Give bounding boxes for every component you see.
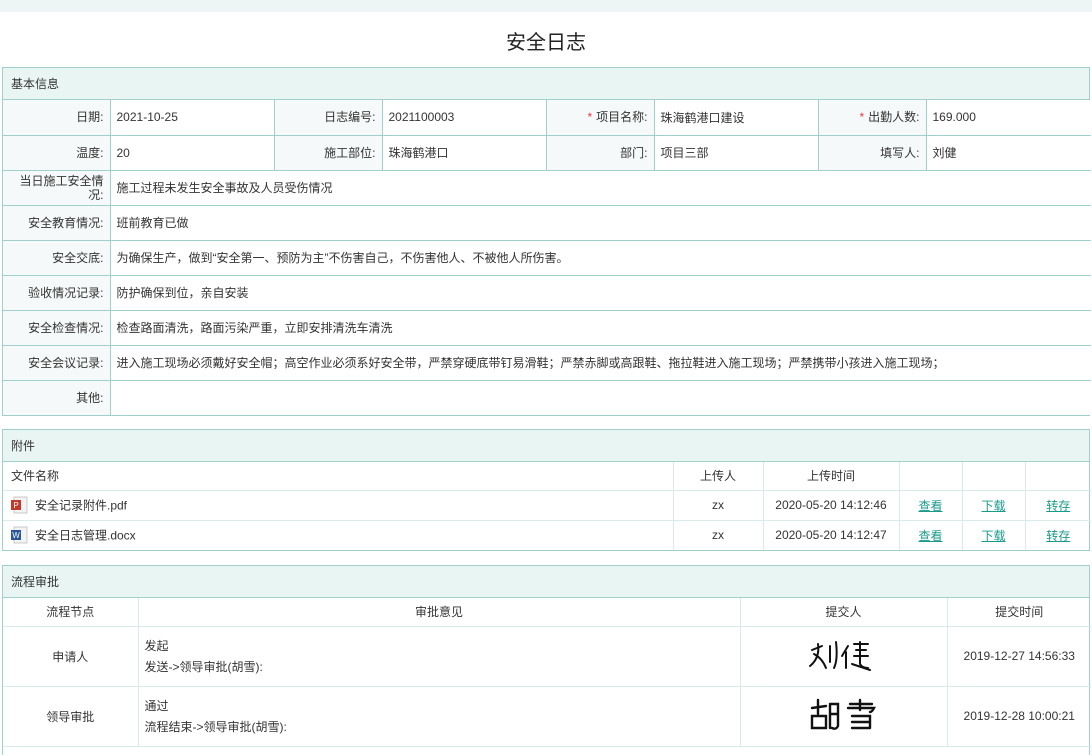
safety-meeting-label: 安全会议记录: <box>3 344 111 381</box>
basic-info-header: 基本信息 <box>3 68 1089 100</box>
temperature-value: 20 <box>109 134 275 171</box>
col-opinion: 审批意见 <box>137 598 740 627</box>
view-link[interactable]: 查看 <box>918 499 942 513</box>
project-name-label: * 项目名称: <box>545 100 655 136</box>
attendance-label: * 出勤人数: <box>817 100 927 136</box>
flow-node: 申请人 <box>3 626 138 687</box>
other-label: 其他: <box>3 379 111 415</box>
opinion-route: 发送->领导审批(胡雪): <box>144 660 263 674</box>
date-value: 2021-10-25 <box>109 100 275 136</box>
construction-site-label: 施工部位: <box>273 134 383 171</box>
attachments-section: 附件 文件名称 上传人 上传时间 P 安全记录附件.pdf zx 2020-05… <box>2 429 1091 551</box>
required-mark: * <box>587 110 593 125</box>
date-label: 日期: <box>3 100 111 136</box>
log-number-value: 2021100003 <box>381 100 547 136</box>
col-node: 流程节点 <box>3 598 138 627</box>
safety-meeting-value: 进入施工现场必须戴好安全帽；高空作业必须系好安全带，严禁穿硬底带钉易滑鞋；严禁赤… <box>109 344 1091 381</box>
workflow-section: 流程审批 流程节点 审批意见 提交人 提交时间 申请人 发起 发送->领导审批(… <box>2 565 1091 755</box>
safety-briefing-value: 为确保生产，做到“安全第一、预防为主”不伤害自己，不伤害他人、不被他人所伤害。 <box>109 239 1091 276</box>
file-upload-time: 2020-05-20 14:12:46 <box>762 490 899 521</box>
word-file-icon: W <box>11 526 28 544</box>
filler-label: 填写人: <box>817 134 927 171</box>
signature-image <box>810 698 876 730</box>
svg-text:W: W <box>12 531 20 540</box>
safety-inspection-label: 安全检查情况: <box>3 309 111 346</box>
file-row: W 安全日志管理.docx zx 2020-05-20 14:12:47 查看 … <box>3 520 1091 550</box>
acceptance-record-value: 防护确保到位，亲自安装 <box>109 274 1091 311</box>
flow-opinion: 发起 发送->领导审批(胡雪): <box>137 626 740 687</box>
safety-inspection-value: 检查路面清洗，路面污染严重，立即安排清洗车清洗 <box>109 309 1091 346</box>
pdf-file-icon: P <box>11 496 28 514</box>
opinion-action: 通过 <box>144 699 169 713</box>
attachments-table: 文件名称 上传人 上传时间 P 安全记录附件.pdf zx 2020-05-20… <box>3 462 1091 550</box>
workflow-header: 流程审批 <box>3 566 1089 598</box>
download-link[interactable]: 下载 <box>981 529 1005 543</box>
file-uploader: zx <box>672 490 763 521</box>
other-value <box>109 379 1091 415</box>
col-file-name: 文件名称 <box>3 462 673 491</box>
svg-text:P: P <box>13 501 18 510</box>
col-submit-time: 提交时间 <box>946 598 1091 627</box>
safety-education-label: 安全教育情况: <box>3 204 111 241</box>
file-uploader: zx <box>672 520 763 550</box>
flow-submit-time: 2019-12-28 10:00:21 <box>946 686 1091 747</box>
col-upload-time: 上传时间 <box>762 462 899 491</box>
workflow-row: 领导审批 通过 流程结束->领导审批(胡雪): 2019-12-28 10:00… <box>3 686 1091 747</box>
file-upload-time: 2020-05-20 14:12:47 <box>762 520 899 550</box>
workflow-row: 申请人 发起 发送->领导审批(胡雪): 2019-12-27 14:56:33 <box>3 626 1091 687</box>
col-uploader: 上传人 <box>672 462 763 491</box>
flow-node: 领导审批 <box>3 686 138 747</box>
file-row: P 安全记录附件.pdf zx 2020-05-20 14:12:46 查看 下… <box>3 490 1091 521</box>
department-label: 部门: <box>545 134 655 171</box>
filler-value: 刘健 <box>925 134 1091 171</box>
temperature-label: 温度: <box>3 134 111 171</box>
save-link[interactable]: 转存 <box>1046 529 1070 543</box>
submitter-signature <box>739 626 947 687</box>
daily-safety-label: 当日施工安全情况: <box>3 169 111 206</box>
daily-safety-value: 施工过程未发生安全事故及人员受伤情况 <box>109 169 1091 206</box>
signature-image <box>808 641 871 671</box>
project-name-value: 珠海鹤港口建设 <box>653 100 819 136</box>
flow-submit-time: 2019-12-27 14:56:33 <box>946 626 1091 687</box>
basic-info-section: 基本信息 日期: 2021-10-25 日志编号: 2021100003 * 项目… <box>2 67 1091 416</box>
construction-site-value: 珠海鹤港口 <box>381 134 547 171</box>
file-name[interactable]: 安全日志管理.docx <box>35 529 136 543</box>
flow-opinion: 通过 流程结束->领导审批(胡雪): <box>137 686 740 747</box>
col-submitter: 提交人 <box>739 598 947 627</box>
attendance-value: 169.000 <box>925 100 1091 136</box>
view-link[interactable]: 查看 <box>918 529 942 543</box>
file-name-cell: W 安全日志管理.docx <box>3 520 673 550</box>
safety-education-value: 班前教育已做 <box>109 204 1091 241</box>
basic-info-table: 日期: 2021-10-25 日志编号: 2021100003 * 项目名称: 珠… <box>3 100 1091 415</box>
workflow-table: 流程节点 审批意见 提交人 提交时间 申请人 发起 发送->领导审批(胡雪): … <box>3 598 1091 747</box>
attachments-header: 附件 <box>3 430 1089 462</box>
page-title: 安全日志 <box>506 32 586 54</box>
opinion-action: 发起 <box>144 639 169 653</box>
opinion-route: 流程结束->领导审批(胡雪): <box>144 720 287 734</box>
download-link[interactable]: 下载 <box>981 499 1005 513</box>
log-number-label: 日志编号: <box>273 100 383 136</box>
file-name-cell: P 安全记录附件.pdf <box>3 490 673 521</box>
required-mark: * <box>859 110 865 125</box>
department-value: 项目三部 <box>653 134 819 171</box>
acceptance-record-label: 验收情况记录: <box>3 274 111 311</box>
file-name[interactable]: 安全记录附件.pdf <box>35 499 127 513</box>
top-strip <box>0 0 1092 12</box>
safety-briefing-label: 安全交底: <box>3 239 111 276</box>
save-link[interactable]: 转存 <box>1046 499 1070 513</box>
submitter-signature <box>739 686 947 747</box>
